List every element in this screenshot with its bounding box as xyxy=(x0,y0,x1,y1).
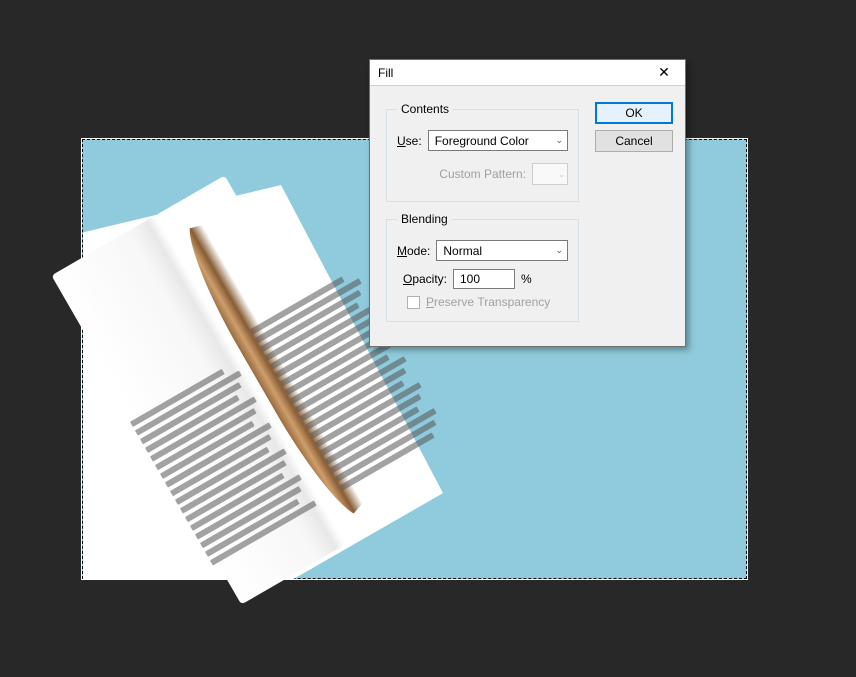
chevron-down-icon: ⌄ xyxy=(558,170,565,179)
dialog-title: Fill xyxy=(378,66,393,80)
blending-legend: Blending xyxy=(397,212,452,226)
dialog-titlebar[interactable]: Fill ✕ xyxy=(370,60,685,86)
custom-pattern-label: Custom Pattern: xyxy=(439,167,526,181)
dialog-body: OK Cancel Contents Use: Foreground Color… xyxy=(370,86,685,346)
use-row: Use: Foreground Color ⌄ xyxy=(397,130,568,151)
preserve-transparency-checkbox xyxy=(407,296,420,309)
preserve-transparency-label: Preserve Transparency xyxy=(426,295,550,309)
use-label: Use: xyxy=(397,134,422,148)
mode-label: Mode: xyxy=(397,244,430,258)
ok-button[interactable]: OK xyxy=(595,102,673,124)
mode-select-value: Normal xyxy=(443,244,482,258)
opacity-input[interactable]: 100 xyxy=(453,269,515,289)
pattern-row: Custom Pattern: ⌄ xyxy=(397,163,568,185)
chevron-down-icon: ⌄ xyxy=(555,135,563,146)
chevron-down-icon: ⌄ xyxy=(555,245,563,256)
close-button[interactable]: ✕ xyxy=(649,62,679,84)
opacity-unit: % xyxy=(521,272,532,286)
contents-legend: Contents xyxy=(397,102,453,116)
custom-pattern-picker: ⌄ xyxy=(532,163,568,185)
close-icon: ✕ xyxy=(658,64,670,81)
cancel-button[interactable]: Cancel xyxy=(595,130,673,152)
preserve-transparency-row: Preserve Transparency xyxy=(407,295,568,309)
opacity-row: Opacity: 100 % xyxy=(397,269,568,289)
fill-dialog: Fill ✕ OK Cancel Contents Use: Foregroun… xyxy=(369,59,686,347)
dialog-button-column: OK Cancel xyxy=(595,102,673,152)
opacity-label: Opacity: xyxy=(397,272,447,286)
blending-fieldset: Blending Mode: Normal ⌄ Opacity: 100 % P… xyxy=(386,212,579,322)
mode-select[interactable]: Normal ⌄ xyxy=(436,240,568,261)
use-select-value: Foreground Color xyxy=(435,134,529,148)
mode-row: Mode: Normal ⌄ xyxy=(397,240,568,261)
use-select[interactable]: Foreground Color ⌄ xyxy=(428,130,568,151)
opacity-value: 100 xyxy=(460,272,480,286)
contents-fieldset: Contents Use: Foreground Color ⌄ Custom … xyxy=(386,102,579,202)
